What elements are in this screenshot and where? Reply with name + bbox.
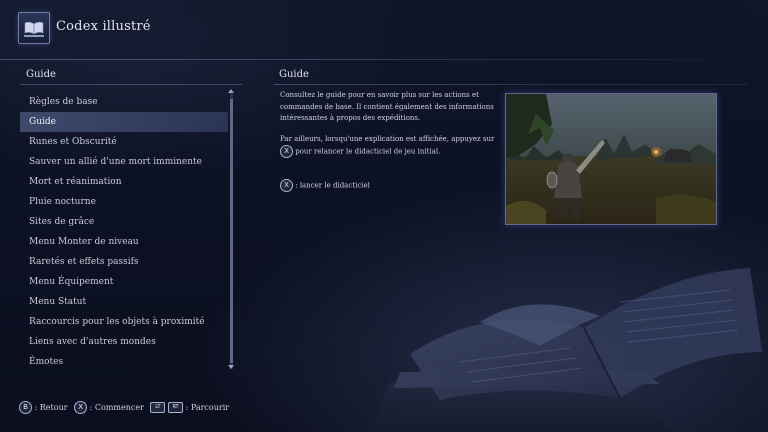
- x-button-icon: X: [280, 179, 293, 192]
- entry-description: Consultez le guide pour en savoir plus s…: [280, 90, 496, 167]
- back-prompt[interactable]: B : Retour: [19, 401, 68, 414]
- codex-entry-list: Règles de base Guide Runes et Obscurité …: [20, 92, 228, 372]
- category-divider: [20, 84, 242, 85]
- back-label: : Retour: [34, 403, 68, 412]
- browse-prompt[interactable]: LT RT : Parcourir: [150, 402, 229, 413]
- open-book-illustration: [370, 232, 768, 432]
- description-paragraph-1: Consultez le guide pour en savoir plus s…: [280, 91, 494, 122]
- list-item[interactable]: Sauver un allié d'une mort imminente: [20, 152, 228, 172]
- scroll-up-arrow-icon[interactable]: [228, 89, 234, 93]
- entry-heading: Guide: [279, 69, 309, 80]
- b-button-icon: B: [19, 401, 32, 414]
- scrollbar-thumb[interactable]: [230, 99, 233, 363]
- list-item-selected[interactable]: Guide: [20, 112, 228, 132]
- list-item[interactable]: Émotes: [20, 352, 228, 372]
- description-paragraph-2: Par ailleurs, lorsqu'une explication est…: [280, 134, 496, 158]
- guide-preview-image: [505, 93, 717, 225]
- x-button-icon: X: [74, 401, 88, 414]
- start-label: : Commencer: [89, 403, 144, 412]
- list-item[interactable]: Pluie nocturne: [20, 192, 228, 212]
- codex-screen: Codex illustré Guide Règles de base Guid…: [0, 0, 768, 432]
- list-item[interactable]: Mort et réanimation: [20, 172, 228, 192]
- paragraph-2-text-before: Par ailleurs, lorsqu'une explication est…: [280, 134, 495, 143]
- start-prompt[interactable]: X : Commencer: [74, 401, 144, 414]
- rt-button-icon: RT: [168, 402, 184, 413]
- browse-label: : Parcourir: [185, 403, 230, 412]
- list-item[interactable]: Menu Statut: [20, 292, 228, 312]
- scroll-down-arrow-icon[interactable]: [228, 365, 234, 369]
- list-item[interactable]: Runes et Obscurité: [20, 132, 228, 152]
- lt-button-icon: LT: [150, 402, 166, 413]
- entry-divider: [274, 84, 748, 85]
- list-item[interactable]: Règles de base: [20, 92, 228, 112]
- header-bar: Codex illustré: [0, 0, 768, 58]
- category-heading: Guide: [26, 69, 56, 80]
- button-prompts-bar: B : Retour X : Commencer LT RT : Parcour…: [19, 401, 233, 414]
- x-button-icon: X: [280, 145, 293, 158]
- list-item[interactable]: Menu Monter de niveau: [20, 232, 228, 252]
- list-item[interactable]: Sites de grâce: [20, 212, 228, 232]
- page-title: Codex illustré: [56, 19, 151, 34]
- list-item[interactable]: Menu Équipement: [20, 272, 228, 292]
- list-item[interactable]: Liens avec d'autres mondes: [20, 332, 228, 352]
- open-book-icon: [18, 12, 50, 44]
- list-item[interactable]: Raccourcis pour les objets à proximité: [20, 312, 228, 332]
- header-divider: [0, 59, 768, 60]
- list-scrollbar[interactable]: [228, 89, 234, 369]
- list-item[interactable]: Raretés et effets passifs: [20, 252, 228, 272]
- launch-tutorial-label: : lancer le didacticiel: [295, 181, 370, 190]
- paragraph-2-text-after: pour relancer le didacticiel de jeu init…: [295, 147, 441, 156]
- launch-tutorial-action[interactable]: X : lancer le didacticiel: [280, 179, 370, 192]
